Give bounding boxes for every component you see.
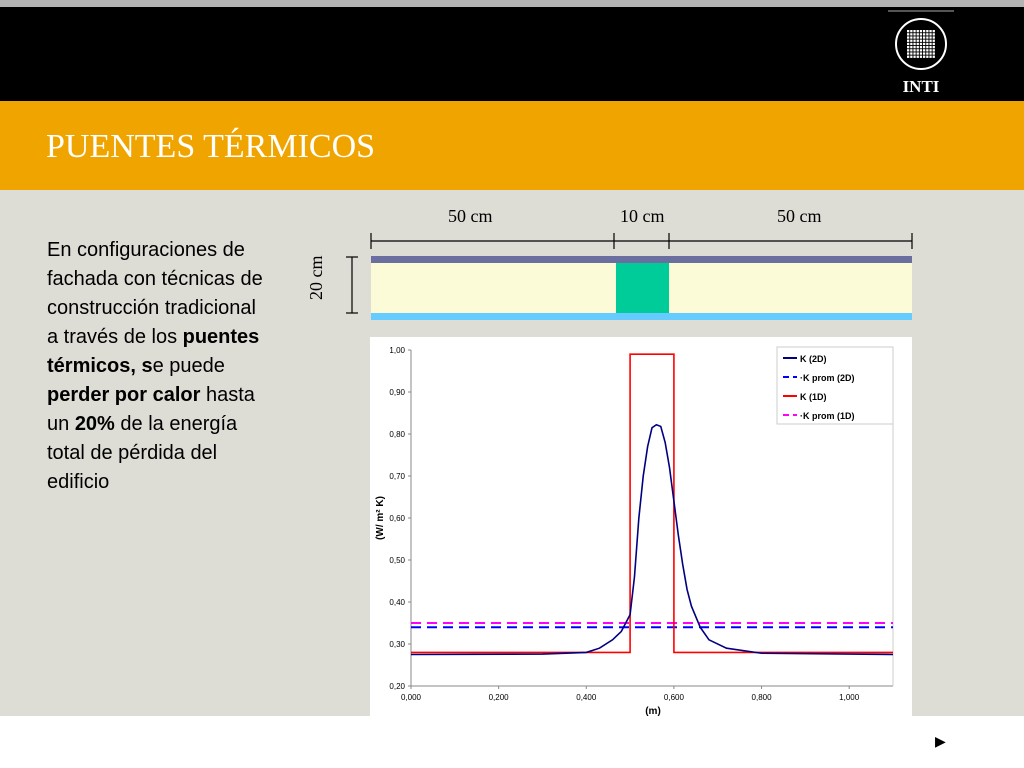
x-tick-label: 0,800 [752,693,773,702]
x-tick-label: 0,400 [576,693,597,702]
k-value-chart: 0,20 0,30 0,40 0,50 0,60 0,70 0,80 0,90 1,00 0,00… [370,337,912,716]
y-tick-label: 0,70 [389,472,405,481]
legend-label: K (2D) [800,354,827,364]
x-tick-label: 1,000 [839,693,860,702]
outer-layer [371,256,912,263]
legend-label: K (1D) [800,392,827,402]
next-slide-button[interactable]: ▶ [935,733,946,750]
legend-label: ·K prom (2D) [800,373,855,383]
y-tick-label: 0,20 [389,682,405,691]
thermal-bridge-column [616,263,669,313]
x-tick-label: 0,000 [401,693,422,702]
y-tick-label: 0,40 [389,598,405,607]
x-tick-label: 0,200 [489,693,510,702]
y-tick-label: 0,50 [389,556,405,565]
x-tick-label: 0,600 [664,693,685,702]
y-tick-label: 0,80 [389,430,405,439]
x-axis-label: (m) [645,706,661,716]
y-tick-label: 0,30 [389,640,405,649]
y-tick-label: 0,60 [389,514,405,523]
y-axis-label: (W/ m² K) [375,496,386,540]
inner-layer [371,313,912,320]
y-tick-label: 0,90 [389,388,405,397]
y-tick-label: 1,00 [389,346,405,355]
legend-label: ·K prom (1D) [800,411,855,421]
